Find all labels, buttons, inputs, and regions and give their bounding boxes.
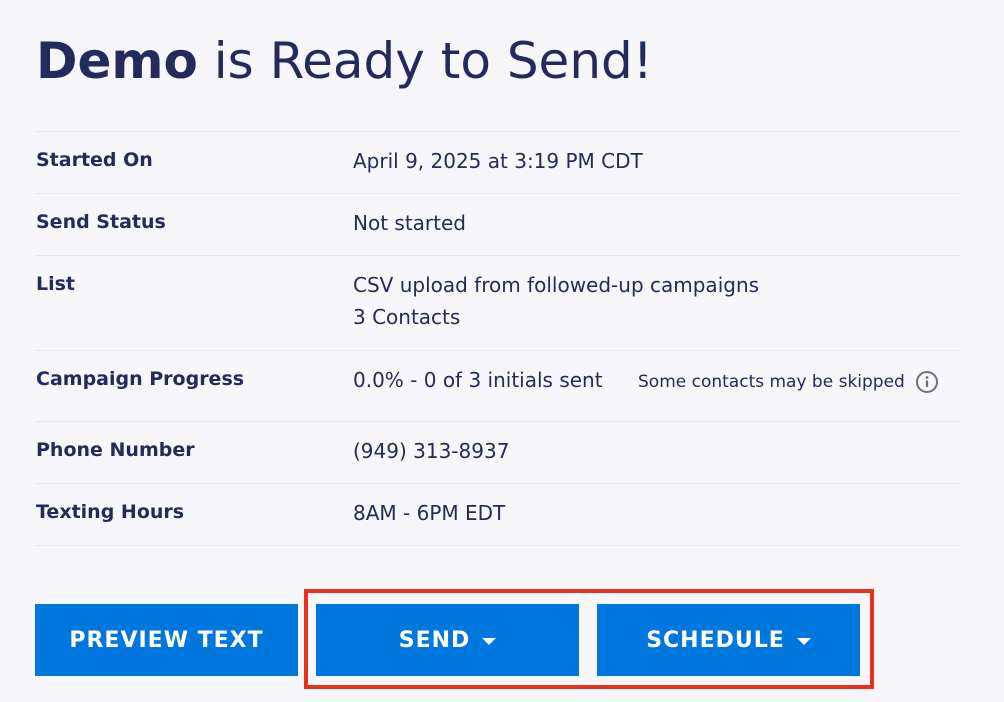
detail-label: Texting Hours: [36, 501, 185, 523]
preview-text-label: PREVIEW TEXT: [69, 627, 264, 653]
detail-row-campaign-progress: Campaign Progress 0.0% - 0 of 3 initials…: [36, 351, 960, 422]
send-button[interactable]: SEND: [316, 604, 579, 676]
send-label: SEND: [398, 627, 471, 653]
detail-value: 8AM - 6PM EDT: [353, 501, 506, 525]
list-name: CSV upload from followed-up campaigns: [353, 273, 760, 297]
detail-row-list: List CSV upload from followed-up campaig…: [36, 256, 960, 351]
caret-down-icon: [796, 637, 811, 645]
detail-label: Campaign Progress: [36, 368, 245, 390]
detail-label: Started On: [36, 149, 153, 171]
campaign-name: Demo: [36, 32, 198, 90]
detail-label: Send Status: [36, 211, 166, 233]
schedule-label: SCHEDULE: [646, 627, 785, 653]
info-icon[interactable]: [915, 370, 939, 394]
detail-value: April 9, 2025 at 3:19 PM CDT: [353, 149, 643, 173]
caret-down-icon: [482, 637, 497, 645]
detail-value: 0.0% - 0 of 3 initials sent: [353, 368, 603, 392]
campaign-details: Started On April 9, 2025 at 3:19 PM CDT …: [36, 131, 960, 546]
detail-row-texting-hours: Texting Hours 8AM - 6PM EDT: [36, 484, 960, 546]
schedule-button[interactable]: SCHEDULE: [597, 604, 860, 676]
detail-row-send-status: Send Status Not started: [36, 194, 960, 256]
detail-value: Not started: [353, 211, 466, 235]
detail-value: (949) 313-8937: [353, 439, 510, 463]
detail-label: Phone Number: [36, 439, 195, 461]
page-title: Demo is Ready to Send!: [36, 28, 653, 94]
list-contact-count: 3 Contacts: [353, 305, 461, 329]
skip-note-text: Some contacts may be skipped: [638, 372, 905, 392]
detail-row-started-on: Started On April 9, 2025 at 3:19 PM CDT: [36, 132, 960, 194]
preview-text-button[interactable]: PREVIEW TEXT: [35, 604, 298, 676]
action-bar: PREVIEW TEXT SEND SCHEDULE: [35, 604, 865, 676]
detail-label: List: [36, 273, 76, 295]
skip-note: Some contacts may be skipped: [638, 370, 939, 394]
title-suffix: is Ready to Send!: [213, 32, 653, 90]
detail-row-phone-number: Phone Number (949) 313-8937: [36, 422, 960, 484]
detail-value: CSV upload from followed-up campaigns 3 …: [353, 269, 759, 333]
